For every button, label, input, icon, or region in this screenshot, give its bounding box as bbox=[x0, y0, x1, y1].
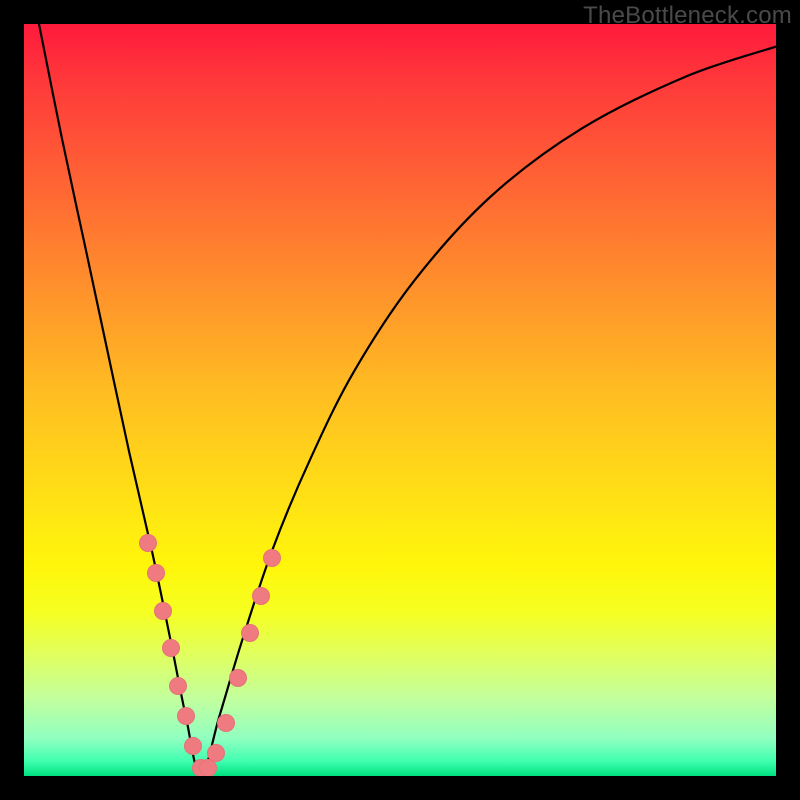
data-marker bbox=[162, 639, 180, 657]
data-marker bbox=[263, 549, 281, 567]
data-marker bbox=[169, 677, 187, 695]
data-marker bbox=[241, 624, 259, 642]
data-marker bbox=[154, 602, 172, 620]
data-marker bbox=[184, 737, 202, 755]
data-marker bbox=[139, 534, 157, 552]
plot-area bbox=[24, 24, 776, 776]
watermark-text: TheBottleneck.com bbox=[583, 2, 792, 30]
bottleneck-curve bbox=[24, 24, 776, 776]
data-marker bbox=[177, 707, 195, 725]
chart-frame: TheBottleneck.com bbox=[0, 0, 800, 800]
data-marker bbox=[252, 587, 270, 605]
data-marker bbox=[217, 714, 235, 732]
data-marker bbox=[147, 564, 165, 582]
